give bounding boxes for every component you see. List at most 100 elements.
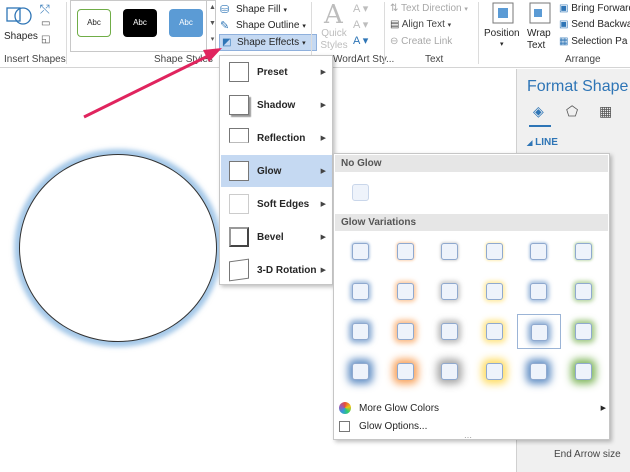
preset-icon	[229, 62, 249, 82]
wordart-a-icon: A	[324, 0, 343, 30]
style-swatch-blue[interactable]: Abc	[169, 9, 203, 37]
3d-rotation-icon	[229, 258, 249, 282]
submenu-arrow-icon: ▶	[320, 234, 326, 241]
wrap-text-button[interactable]: Wrap Text	[525, 2, 555, 52]
menu-item-preset[interactable]: Preset ▶	[221, 56, 332, 88]
shape-fill-button[interactable]: ⛁ Shape Fill ▾	[220, 2, 287, 17]
glow-variation-option[interactable]	[517, 354, 561, 389]
glow-variation-option[interactable]	[473, 234, 517, 269]
shape-effects-button[interactable]: ◩ Shape Effects ▾	[219, 34, 317, 51]
menu-item-label: Soft Edges	[257, 198, 310, 210]
style-swatch-white[interactable]: Abc	[77, 9, 111, 37]
send-backward-label: Send Backward	[571, 19, 630, 30]
glow-variation-option[interactable]	[384, 234, 428, 269]
glow-gallery: No Glow Glow Variations More Glow Colors…	[333, 153, 610, 442]
edit-shape-icon[interactable]: ⤲	[40, 2, 50, 17]
glow-swatch	[485, 283, 503, 300]
glow-swatch	[530, 363, 547, 380]
quick-styles-label: Quick Styles	[320, 28, 348, 51]
bevel-icon	[229, 227, 249, 247]
glow-variation-option[interactable]	[562, 314, 606, 349]
glow-variation-option[interactable]	[384, 314, 428, 349]
selection-pane-icon: ▦	[559, 36, 569, 47]
tab-underline	[529, 125, 551, 127]
glow-variation-option[interactable]	[428, 274, 472, 309]
no-glow-option[interactable]	[339, 175, 383, 210]
glow-swatch	[574, 283, 592, 300]
submenu-arrow-icon: ▶	[320, 267, 326, 274]
effects-tab-icon[interactable]: ⬠	[566, 103, 578, 120]
glow-variation-option[interactable]	[428, 354, 472, 389]
text-fill-icon[interactable]: A ▾	[353, 2, 368, 15]
glow-variation-option[interactable]	[339, 354, 383, 389]
text-effects-icon[interactable]: A ▾	[353, 34, 368, 47]
menu-item-soft-edges[interactable]: Soft Edges ▶	[221, 188, 332, 220]
menu-item-3d-rotation[interactable]: 3-D Rotation ▶	[221, 254, 332, 286]
shape-outline-button[interactable]: ✎ Shape Outline ▾	[220, 18, 306, 33]
fill-line-tab-icon[interactable]: ◈	[533, 103, 544, 120]
quick-styles-button[interactable]: A Quick Styles	[318, 0, 350, 52]
shape-styles-group-label: Shape Styles	[154, 54, 213, 65]
text-group-label: Text	[425, 54, 444, 65]
glow-variation-option[interactable]	[562, 274, 606, 309]
glow-variation-option[interactable]	[473, 314, 517, 349]
line-section-header[interactable]: ◢ LINE	[527, 137, 558, 148]
menu-item-label: Shadow	[257, 99, 296, 111]
glow-swatch	[441, 283, 458, 300]
bring-forward-button[interactable]: ▣ Bring Forward	[559, 3, 630, 14]
shadow-icon	[229, 95, 249, 115]
text-box-icon[interactable]: ▭	[41, 18, 50, 29]
position-button[interactable]: Position ▾	[484, 2, 522, 52]
glow-variation-option[interactable]	[339, 234, 383, 269]
create-link-button[interactable]: ⊖ Create Link	[390, 36, 452, 47]
glow-variation-option[interactable]	[473, 274, 517, 309]
menu-item-reflection[interactable]: Reflection ▶	[221, 122, 332, 154]
shapes-gallery-button[interactable]: Shapes	[4, 4, 38, 48]
dropdown-arrow-icon: ▾	[283, 6, 287, 14]
glow-icon	[229, 161, 249, 181]
menu-item-bevel[interactable]: Bevel ▶	[221, 221, 332, 253]
glow-variation-option[interactable]	[384, 274, 428, 309]
glow-swatch	[574, 363, 592, 380]
glow-swatch	[531, 324, 548, 341]
glow-variations-header: Glow Variations	[335, 214, 608, 231]
more-glow-colors-item[interactable]: More Glow Colors ▶	[335, 399, 610, 417]
glow-variation-option[interactable]	[428, 234, 472, 269]
style-swatch-black[interactable]: Abc	[123, 9, 157, 37]
glow-variation-option[interactable]	[428, 314, 472, 349]
menu-item-shadow[interactable]: Shadow ▶	[221, 89, 332, 121]
format-shape-title: Format Shape	[527, 78, 629, 95]
glow-variation-option[interactable]	[384, 354, 428, 389]
glow-variation-option[interactable]	[562, 234, 606, 269]
glow-swatch	[485, 243, 503, 260]
gallery-scroll[interactable]: ▲ ▼ ▾	[206, 0, 218, 52]
size-properties-tab-icon[interactable]: ▦	[599, 103, 612, 120]
glow-swatch	[485, 363, 503, 380]
submenu-arrow-icon: ▶	[320, 201, 326, 208]
glow-swatch	[441, 363, 458, 380]
glow-variation-option[interactable]	[339, 314, 383, 349]
glow-variation-option[interactable]	[517, 314, 561, 349]
text-direction-button[interactable]: ⇅ Text Direction ▾	[390, 3, 468, 14]
selection-pane-button[interactable]: ▦ Selection Pa	[559, 36, 627, 47]
resize-grip[interactable]: ⋯	[464, 433, 473, 442]
end-arrow-size-label: End Arrow size	[554, 449, 621, 460]
glow-variation-option[interactable]	[473, 354, 517, 389]
glow-swatch	[352, 243, 369, 260]
glow-variation-option[interactable]	[339, 274, 383, 309]
text-outline-icon[interactable]: A ▾	[353, 18, 368, 31]
no-glow-swatch	[352, 184, 369, 201]
submenu-arrow-icon: ▶	[320, 168, 326, 175]
shapes-icon	[6, 7, 32, 25]
selected-circle-shape[interactable]	[19, 154, 217, 342]
glow-variation-option[interactable]	[517, 274, 561, 309]
menu-item-glow[interactable]: Glow ▶	[221, 155, 332, 187]
glow-swatch	[352, 363, 369, 380]
merge-shapes-icon[interactable]: ◱	[41, 34, 50, 45]
glow-variations-grid	[334, 234, 609, 394]
create-link-label: Create Link	[401, 36, 453, 47]
send-backward-button[interactable]: ▣ Send Backward	[559, 19, 630, 30]
glow-variation-option[interactable]	[517, 234, 561, 269]
glow-variation-option[interactable]	[562, 354, 606, 389]
align-text-button[interactable]: ▤ Align Text ▾	[390, 19, 451, 30]
